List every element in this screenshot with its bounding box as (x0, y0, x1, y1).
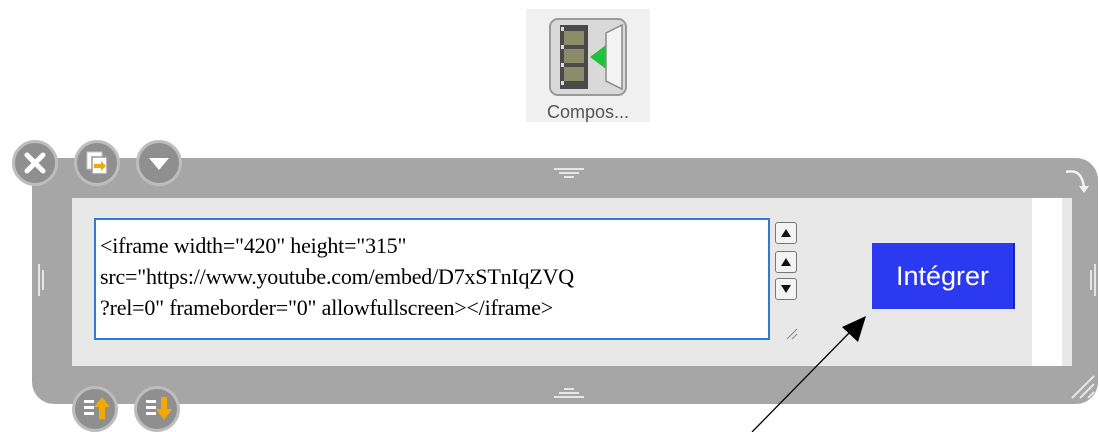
annotation-arrow (751, 316, 866, 432)
